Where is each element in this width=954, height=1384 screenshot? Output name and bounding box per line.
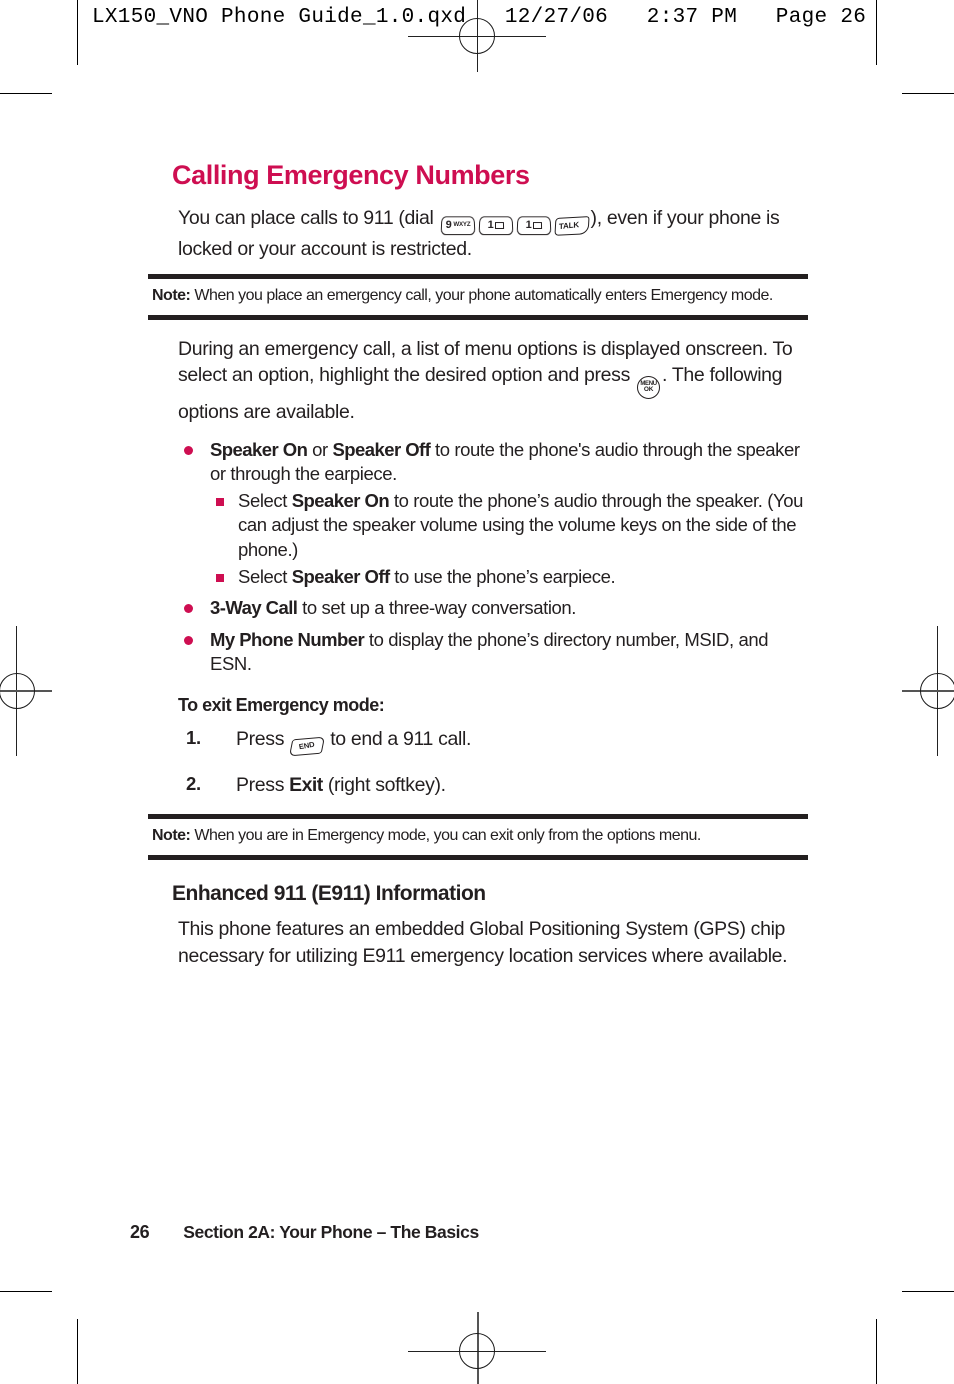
bullet-dot-icon: [184, 635, 193, 645]
key-talk-label: TALK: [558, 220, 579, 232]
breadcrumb: Section 2A: Your Phone – The Basics: [183, 1222, 479, 1242]
footer-page-number: 26: [130, 1222, 150, 1242]
key-end-label: END: [298, 740, 316, 753]
step-2-number: 2.: [186, 773, 201, 795]
envelope-icon-a: [494, 222, 505, 229]
crop-mark-bottom-right-horizontal: [902, 1291, 954, 1292]
option-speaker-mid: or: [307, 438, 333, 460]
exit-emergency-heading: To exit Emergency mode:: [178, 694, 385, 715]
page-title: Calling Emergency Numbers: [172, 160, 530, 190]
key-talk-icon: TALK: [554, 209, 590, 237]
note-box-emergency-mode: Note: When you place an emergency call, …: [148, 274, 808, 320]
bullet-square-icon: [216, 573, 224, 582]
registration-mark-left: [0, 673, 35, 709]
list-item-speaker-off-detail: Select Speaker Off to use the phone’s ea…: [210, 565, 808, 590]
note-box-exit-options: Note: When you are in Emergency mode, yo…: [148, 814, 808, 860]
content-column: Calling Emergency Numbers You can place …: [148, 160, 808, 981]
step-2-softkey-label: Exit: [289, 774, 323, 797]
step-2-before: Press: [236, 774, 290, 797]
key-9-letters: WXYZ: [452, 221, 471, 229]
crop-mark-top-left-vertical: [77, 0, 78, 65]
e911-paragraph: This phone features an embedded Global P…: [178, 918, 788, 967]
crop-mark-top-right-horizontal: [902, 93, 954, 94]
note-1-paragraph: Note: When you place an emergency call, …: [152, 286, 804, 307]
key-1a-digit: 1: [487, 219, 493, 232]
note-1-label: Note:: [152, 287, 191, 305]
option-speaker-on-label: Speaker On: [210, 438, 308, 460]
registration-mark-right: [920, 673, 954, 709]
step-1-number: 1.: [186, 726, 201, 748]
exit-steps-list: 1. Press END to end a 911 call. 2. Press…: [178, 726, 808, 798]
sub-2-bold: Speaker Off: [291, 565, 390, 587]
intro-paragraph: You can place calls to 911 (dial 9 WXYZ 1 1…: [178, 205, 808, 262]
document-page: LX150_VNO Phone Guide_1.0.qxd 12/27/06 2…: [0, 0, 954, 1384]
list-item-speaker-on-detail: Select Speaker On to route the phone’s a…: [210, 489, 808, 563]
step-1-after: to end a 911 call.: [325, 727, 472, 750]
list-item-step-1: 1. Press END to end a 911 call.: [178, 726, 808, 757]
key-menu-ok-icon: MENU OK: [637, 366, 661, 400]
key-1-voicemail-icon-a: 1: [478, 209, 513, 236]
key-9-wxyz-icon: 9 WXYZ: [440, 209, 475, 236]
sub-2-before: Select: [238, 565, 292, 587]
option-3way-rest: to set up a three-way conversation.: [297, 597, 577, 619]
option-speaker-off-label: Speaker Off: [332, 438, 431, 460]
bullet-dot-icon: [184, 604, 193, 614]
note-2-paragraph: Note: When you are in Emergency mode, yo…: [152, 826, 804, 847]
note-2-label: Note:: [152, 827, 191, 845]
crop-mark-top-left-horizontal: [0, 93, 52, 94]
crop-mark-bottom-left-horizontal: [0, 1291, 52, 1292]
list-item-3-way-call: 3-Way Call to set up a three-way convers…: [178, 596, 808, 621]
key-end-icon: END: [289, 730, 326, 757]
page-footer: 26 Section 2A: Your Phone – The Basics: [130, 1222, 479, 1243]
note-1-text: When you place an emergency call, your p…: [190, 287, 773, 305]
list-item-step-2: 2. Press Exit (right softkey).: [178, 772, 808, 798]
crop-mark-bottom-left-vertical: [77, 1319, 78, 1384]
bullet-dot-icon: [184, 445, 193, 455]
envelope-icon-b: [532, 222, 543, 229]
crop-mark-top-right-vertical: [876, 0, 877, 65]
list-item-speaker: Speaker On or Speaker Off to route the p…: [178, 438, 808, 590]
menu-options-paragraph: During an emergency call, a list of menu…: [178, 336, 808, 426]
sub-2-after: to use the phone’s earpiece.: [389, 565, 616, 587]
note-2-text: When you are in Emergency mode, you can …: [190, 827, 701, 845]
bullet-square-icon: [216, 497, 224, 506]
option-myphone-label: My Phone Number: [210, 628, 365, 650]
prepress-header-text: LX150_VNO Phone Guide_1.0.qxd 12/27/06 2…: [92, 6, 867, 29]
option-3way-label: 3-Way Call: [210, 597, 298, 619]
key-1b-digit: 1: [525, 219, 531, 232]
speaker-subitems-list: Select Speaker On to route the phone’s a…: [210, 489, 808, 589]
list-item-my-phone-number: My Phone Number to display the phone’s d…: [178, 628, 808, 677]
key-1-voicemail-icon-b: 1: [516, 209, 551, 236]
step-1-before: Press: [236, 727, 290, 750]
key-menu-line2: OK: [643, 386, 654, 394]
registration-mark-bottom: [459, 1333, 495, 1369]
step-2-after: (right softkey).: [322, 774, 446, 797]
intro-text-before: You can place calls to 911 (dial: [178, 207, 439, 229]
emergency-options-list: Speaker On or Speaker Off to route the p…: [178, 438, 808, 677]
key-9-digit: 9: [444, 219, 452, 232]
sub-1-bold: Speaker On: [291, 489, 390, 511]
crop-mark-bottom-right-vertical: [876, 1319, 877, 1384]
e911-heading: Enhanced 911 (E911) Information: [172, 882, 486, 905]
sub-1-before: Select: [238, 489, 292, 511]
